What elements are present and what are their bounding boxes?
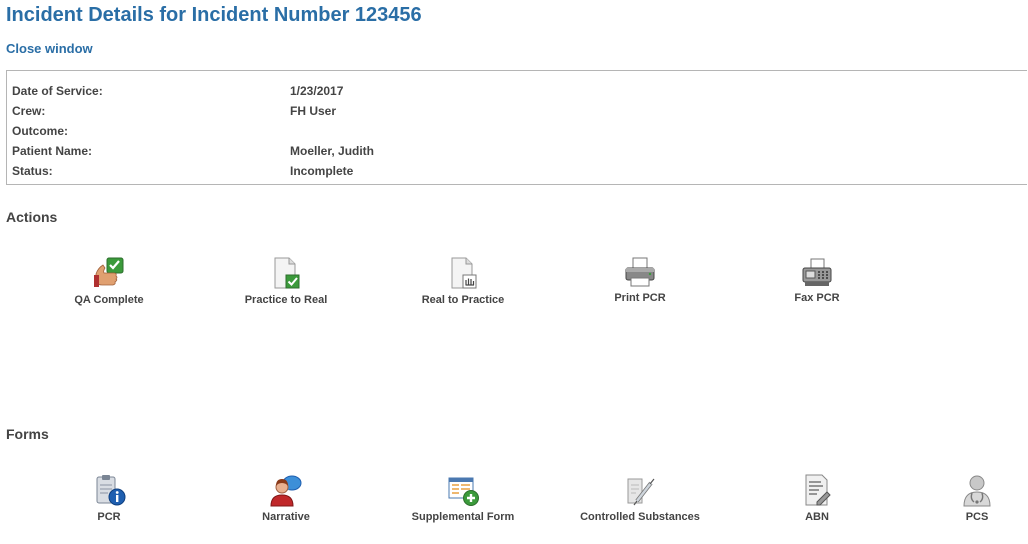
forms-section-title: Forms: [6, 426, 49, 442]
document-hand-icon: [451, 257, 477, 289]
thumbs-up-check-icon: [94, 257, 124, 287]
person-speech-icon: [270, 475, 302, 507]
doctor-icon: [963, 475, 991, 507]
real-to-practice-button[interactable]: Real to Practice: [398, 256, 528, 306]
detail-label: Date of Service:: [12, 84, 103, 98]
form-label: ABN: [805, 511, 829, 523]
print-pcr-button[interactable]: Print PCR: [575, 256, 705, 304]
action-label: Practice to Real: [244, 294, 328, 306]
abn-form-button[interactable]: ABN: [752, 473, 882, 523]
pcs-form-button[interactable]: PCS: [929, 473, 1025, 523]
action-label: QA Complete: [74, 294, 144, 306]
form-label: Supplemental Form: [411, 511, 515, 523]
printer-icon: [625, 257, 655, 287]
form-add-icon: [448, 477, 479, 506]
supplemental-form-button[interactable]: Supplemental Form: [398, 473, 528, 523]
narrative-form-button[interactable]: Narrative: [221, 473, 351, 523]
detail-value: Moeller, Judith: [290, 144, 375, 158]
detail-value: Incomplete: [290, 164, 354, 178]
detail-row-date-of-service: Date of Service: 1/23/2017: [7, 84, 1027, 104]
detail-label: Crew:: [12, 104, 46, 118]
close-window-link[interactable]: Close window: [6, 41, 93, 56]
page-title: Incident Details for Incident Number 123…: [6, 4, 422, 26]
qa-complete-button[interactable]: QA Complete: [44, 256, 174, 306]
detail-row-patient-name: Patient Name: Moeller, Judith: [7, 144, 1027, 164]
document-edit-icon: [805, 474, 831, 506]
action-label: Real to Practice: [421, 294, 505, 306]
detail-label: Status:: [12, 164, 53, 178]
detail-row-crew: Crew: FH User: [7, 104, 1027, 124]
detail-value: FH User: [290, 104, 337, 118]
pcr-form-button[interactable]: PCR: [44, 473, 174, 523]
detail-label: Patient Name:: [12, 144, 93, 158]
form-label: Controlled Substances: [580, 511, 700, 523]
clipboard-info-icon: [96, 475, 126, 506]
form-label: Narrative: [262, 511, 310, 523]
detail-label: Outcome:: [12, 124, 69, 138]
fax-pcr-button[interactable]: Fax PCR: [752, 256, 882, 304]
action-label: Print PCR: [614, 292, 666, 304]
detail-row-outcome: Outcome:: [7, 124, 1027, 144]
detail-row-status: Status: Incomplete: [7, 164, 1027, 184]
controlled-substances-form-button[interactable]: Controlled Substances: [575, 473, 705, 523]
incident-details-panel: Date of Service: 1/23/2017 Crew: FH User…: [6, 70, 1027, 185]
detail-value: 1/23/2017: [290, 84, 344, 98]
form-label: PCS: [965, 511, 989, 523]
document-check-icon: [274, 257, 300, 289]
syringe-icon: [627, 478, 655, 506]
fax-icon: [802, 258, 832, 286]
actions-section-title: Actions: [6, 209, 58, 225]
action-label: Fax PCR: [794, 292, 840, 304]
form-label: PCR: [97, 511, 121, 523]
practice-to-real-button[interactable]: Practice to Real: [221, 256, 351, 306]
